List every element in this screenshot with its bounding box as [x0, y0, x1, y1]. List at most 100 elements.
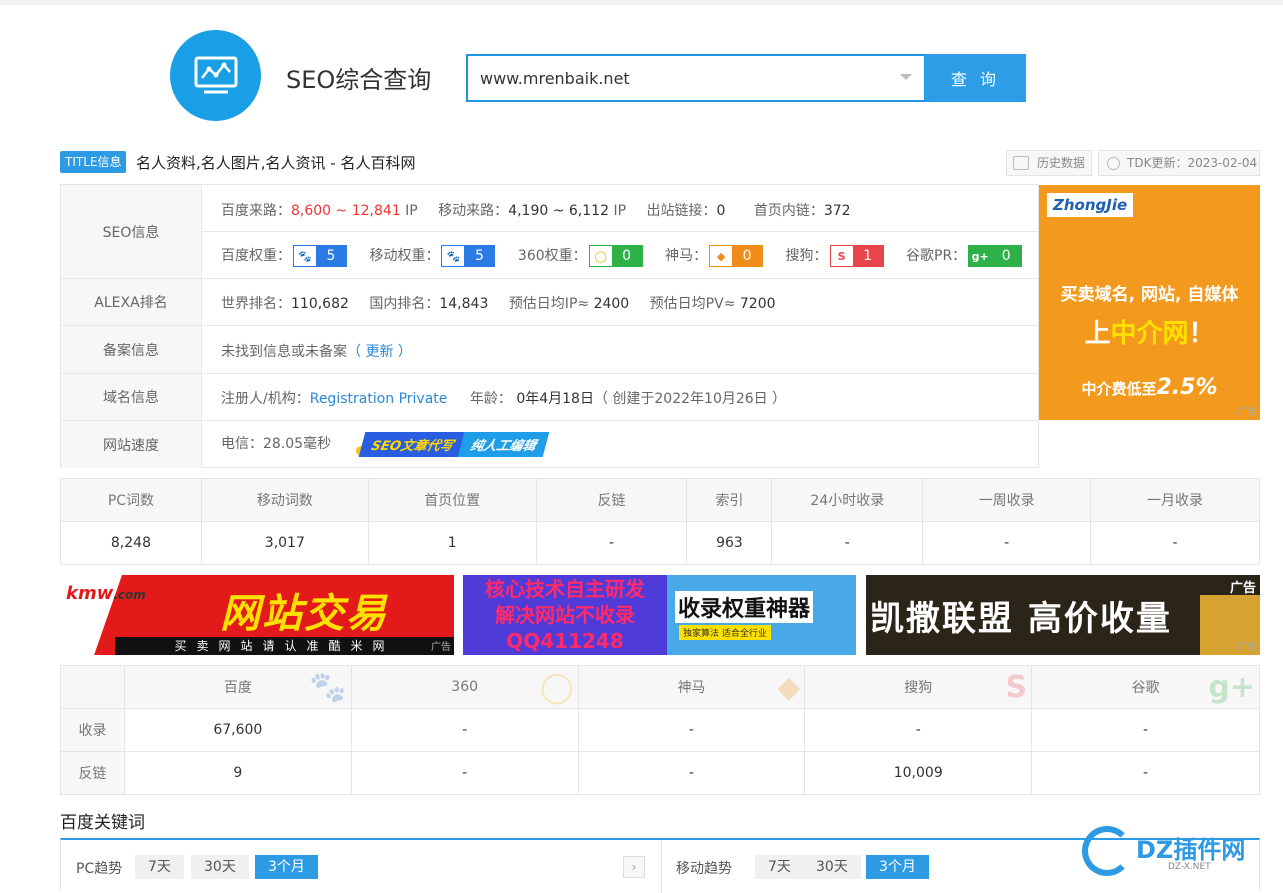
mobile-range-7d[interactable]: 7天: [755, 855, 804, 879]
index-24h-value: -: [771, 521, 924, 565]
alexa-row: ALEXA排名 世界排名：110,682 国内排名：14,843 预估日均IP≈…: [61, 279, 1038, 326]
baidu-paw-icon: 🐾: [309, 670, 347, 705]
indexed-row: 收录 67,600 - - - -: [60, 708, 1260, 752]
backlink-sogou[interactable]: 10,009: [804, 751, 1033, 795]
engine-name: 百度: [223, 680, 252, 696]
baidu-paw-icon: 🐾: [298, 249, 312, 263]
icp-update-link[interactable]: （ 更新 ）: [347, 344, 412, 360]
icp-content: 未找到信息或未备案（ 更新 ）: [221, 341, 412, 361]
ad-line-2c: ！: [1188, 319, 1215, 349]
engine-header-360: 360 ◯: [350, 665, 579, 709]
pc-words-value[interactable]: 8,248: [60, 521, 202, 565]
database-icon: [1013, 156, 1029, 170]
domain-row: 域名信息 注册人/机构：Registration Private 年龄： 0年4…: [61, 374, 1038, 421]
speed-value: 电信：28.05毫秒: [221, 436, 332, 452]
engine-header-baidu: 百度 🐾: [123, 665, 352, 709]
age-label: 年龄：: [469, 391, 512, 407]
pc-trend-label: PC趋势: [76, 861, 123, 877]
360-weight-label: 360权重：: [517, 248, 587, 264]
daily-pv-label: 预估日均PV≈: [649, 296, 736, 312]
pc-range-3m[interactable]: 3个月: [255, 855, 318, 879]
stats-header: 首页位置: [367, 478, 537, 522]
kmw-brand-b: .com: [113, 588, 146, 602]
daily-ip-value: 2400: [593, 296, 630, 312]
seo-logo[interactable]: [170, 30, 261, 121]
stats-header: 索引: [686, 478, 773, 522]
engine-name: 搜狗: [904, 680, 933, 696]
indexed-shenma: -: [577, 708, 806, 752]
kmw-banner[interactable]: kmw.com 网站交易 买卖网站请认准酷米网 广告: [60, 575, 454, 655]
stats-header: PC词数: [60, 478, 202, 522]
engine-name: 360: [451, 679, 479, 695]
mobile-source-value: 4,190 ~ 6,112: [508, 203, 609, 219]
mobile-words-value[interactable]: 3,017: [200, 521, 369, 565]
search-box[interactable]: [466, 54, 926, 102]
history-data-button[interactable]: 历史数据: [1006, 150, 1092, 176]
query-button[interactable]: 查 询: [925, 54, 1026, 102]
search-input[interactable]: [468, 56, 868, 100]
index-value[interactable]: 963: [686, 521, 773, 565]
pc-next-arrow-icon[interactable]: ›: [623, 856, 645, 878]
alexa-label: ALEXA排名: [61, 279, 202, 325]
shenma-weight-value: 0: [732, 246, 763, 266]
mobile-range-30d[interactable]: 30天: [803, 855, 861, 879]
tdk-update-button[interactable]: TDK更新：2023-02-04: [1098, 150, 1260, 176]
baidu-weight-label: 百度权重：: [221, 248, 291, 264]
row-divider: [202, 231, 1038, 232]
index-week-value: -: [922, 521, 1092, 565]
cn-rank-label: 国内排名：: [369, 296, 440, 312]
baidu-weight-badge[interactable]: 🐾 5: [293, 245, 347, 267]
kmw-brand-a: kmw: [66, 583, 114, 604]
mobile-weight-badge[interactable]: 🐾 5: [441, 245, 496, 267]
seo-info-table: SEO信息 百度来路：8,600 ~ 12,841 IP 移动来路：4,190 …: [60, 184, 1039, 468]
google-pr-badge[interactable]: g+ 0: [968, 245, 1023, 267]
seo-tool-banner[interactable]: 核心技术自主研发 解决网站不收录 QQ411248 收录权重神器 独家算法 适合…: [463, 575, 856, 655]
shenma-weight-label: 神马：: [665, 248, 708, 264]
backlinks-value: -: [535, 521, 688, 565]
mobile-range-3m[interactable]: 3个月: [866, 855, 929, 879]
sogou-weight-badge[interactable]: S1: [829, 245, 884, 267]
title-tag: TITLE信息: [60, 151, 127, 173]
daily-ip-label: 预估日均IP≈: [508, 296, 590, 312]
kmw-headline: 网站交易: [220, 591, 388, 637]
inlinks-value[interactable]: 372: [824, 203, 851, 219]
engine-name: 谷歌: [1131, 680, 1160, 696]
dropdown-arrow-icon[interactable]: [900, 74, 912, 80]
registrant-link[interactable]: Registration Private: [310, 391, 448, 407]
stats-header: 一周收录: [922, 478, 1092, 522]
kaisa-text: 凯撒联盟 高价收量: [870, 599, 1172, 639]
title-row: TITLE信息 名人资料,名人图片,名人资讯 - 名人百科网 历史数据 TDK更…: [60, 150, 1260, 176]
ad-line-1: 买卖域名, 网站, 自媒体: [1060, 285, 1239, 305]
ad-tag: 广告: [1237, 642, 1257, 653]
ad-line-2b: 中介网: [1110, 319, 1189, 349]
stats-header-row: PC词数 移动词数 首页位置 反链 索引 24小时收录 一周收录 一月收录: [60, 478, 1260, 522]
shenma-weight-badge[interactable]: ◆ 0: [709, 245, 764, 267]
engine-header-row: 百度 🐾 360 ◯ 神马 ◆ 搜狗 S 谷歌 g+: [60, 665, 1260, 709]
seo-tool-line-1: 核心技术自主研发: [485, 577, 645, 601]
backlink-baidu[interactable]: 9: [123, 751, 352, 795]
outlinks-value[interactable]: 0: [716, 203, 725, 219]
weights-line: 百度权重： 🐾 5 移动权重： 🐾 5 360权重： ◯ 0 神马： ◆ 0 搜狗： S 1 谷歌P…: [221, 245, 1040, 267]
zhongjie-ad[interactable]: ZhongJie 买卖域名, 网站, 自媒体 上中介网！ 中介费低至2.5% 广…: [1039, 185, 1260, 420]
pc-range-30d[interactable]: 30天: [191, 855, 249, 879]
refresh-icon: [1107, 157, 1120, 170]
seo-writing-ad[interactable]: SEO文章代写 纯人工编辑: [355, 432, 550, 457]
seo-info-row: SEO信息 百度来路：8,600 ~ 12,841 IP 移动来路：4,190 …: [61, 185, 1038, 279]
pc-range-7d[interactable]: 7天: [135, 855, 184, 879]
pc-trend: PC趋势 7天 30天 3个月 ›: [61, 840, 661, 893]
tdk-label: TDK更新：2023-02-04: [1127, 156, 1258, 170]
banner-ads: kmw.com 网站交易 买卖网站请认准酷米网 广告 核心技术自主研发 解决网站…: [60, 575, 1260, 655]
stats-value-row: 8,248 3,017 1 - 963 - - -: [60, 521, 1260, 565]
seo-tool-title: 收录权重神器: [675, 591, 814, 623]
world-rank-value: 110,682: [291, 296, 349, 312]
360-weight-badge[interactable]: ◯ 0: [588, 245, 643, 267]
ad-line-3b: 2.5%: [1156, 375, 1218, 400]
indexed-baidu[interactable]: 67,600: [123, 708, 352, 752]
ribbon-text-1: SEO文章代写: [358, 432, 467, 457]
age-value: 0年4月18日: [516, 391, 594, 407]
ad-tag: 广告: [431, 642, 451, 653]
kaisa-banner[interactable]: 凯撒联盟 高价收量 广告 广告: [866, 575, 1260, 655]
home-position-value[interactable]: 1: [367, 521, 537, 565]
stats-header: 移动词数: [200, 478, 369, 522]
backlink-google: -: [1031, 751, 1260, 795]
